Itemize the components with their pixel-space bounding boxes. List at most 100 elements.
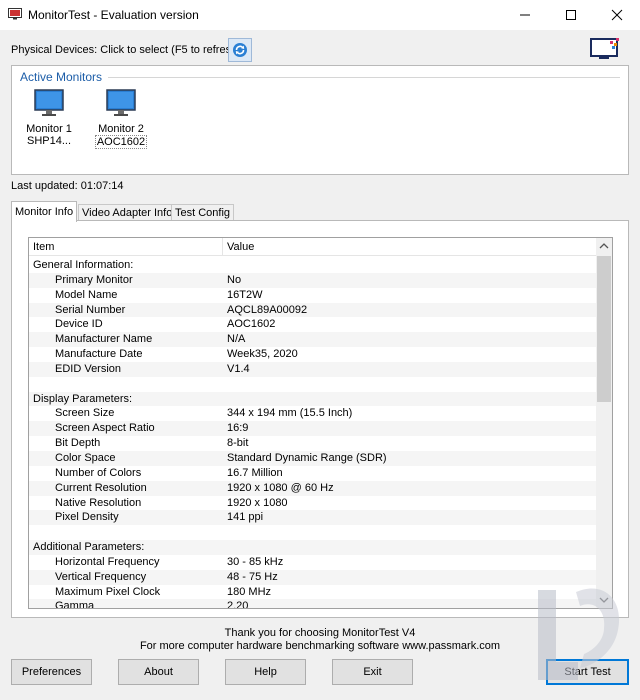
table-row[interactable]: Screen Size 344 x 194 mm (15.5 Inch) — [29, 406, 597, 421]
row-value: 180 MHz — [227, 585, 272, 598]
table-row[interactable]: Vertical Frequency 48 - 75 Hz — [29, 569, 597, 585]
row-value: No — [227, 273, 242, 286]
table-row[interactable]: Serial Number AQCL89A00092 — [29, 302, 597, 318]
row-value: 16T2W — [227, 288, 263, 301]
scroll-up-button[interactable] — [596, 238, 612, 254]
row-item-label: Model Name — [55, 288, 118, 301]
row-item-label: Color Space — [55, 451, 116, 464]
row-value: Week35, 2020 — [227, 348, 298, 361]
table-row[interactable]: Native Resolution 1920 x 1080 — [29, 496, 597, 511]
table-row[interactable] — [29, 377, 597, 392]
row-value: 16.7 Million — [227, 466, 283, 479]
tab-video-adapter-info[interactable]: Video Adapter Info — [78, 204, 177, 221]
row-item-label: Screen Aspect Ratio — [55, 422, 155, 435]
column-header-item[interactable]: Item — [33, 241, 54, 253]
table-row[interactable]: Gamma 2.20 — [29, 599, 597, 609]
maximize-button[interactable] — [548, 0, 594, 30]
minimize-icon — [520, 14, 530, 16]
table-row[interactable]: Manufacture Date Week35, 2020 — [29, 347, 597, 362]
monitor-icon — [34, 89, 64, 116]
monitor-info-panel: Item Value General Information: Primary M… — [11, 220, 629, 618]
row-value: 8-bit — [227, 437, 249, 450]
monitor-1-item[interactable]: Monitor 1 SHP14... — [17, 88, 81, 147]
physical-devices-label: Physical Devices: Click to select (F5 to… — [11, 44, 241, 56]
row-item-label: Manufacture Date — [55, 348, 143, 361]
row-value: 344 x 194 mm (15.5 Inch) — [227, 407, 353, 420]
row-item-label: Bit Depth — [55, 437, 101, 450]
passmark-monitor-icon — [590, 38, 619, 59]
monitor-info-list[interactable]: Item Value General Information: Primary M… — [28, 237, 613, 609]
row-item-label: Vertical Frequency — [55, 570, 147, 583]
help-button[interactable]: Help — [225, 659, 306, 685]
row-value: 141 ppi — [227, 511, 264, 524]
maximize-icon — [566, 10, 576, 20]
minimize-button[interactable] — [502, 0, 548, 30]
active-monitors-title: Active Monitors — [20, 70, 103, 84]
close-button[interactable] — [594, 0, 640, 30]
section-header-row[interactable]: Additional Parameters: — [29, 540, 597, 555]
table-row[interactable]: Screen Aspect Ratio 16:9 — [29, 421, 597, 437]
row-item-label: Horizontal Frequency — [55, 555, 160, 568]
monitor-icon — [106, 89, 136, 116]
refresh-icon — [233, 43, 247, 57]
section-header-row[interactable]: Display Parameters: — [29, 391, 597, 407]
row-value: 16:9 — [227, 422, 249, 435]
row-value: AOC1602 — [227, 318, 276, 331]
table-row[interactable]: Model Name 16T2W — [29, 288, 597, 303]
row-item-label: Pixel Density — [55, 511, 119, 524]
table-row[interactable]: Device ID AOC1602 — [29, 317, 597, 332]
monitor-2-item[interactable]: Monitor 2 AOC1602 — [89, 88, 153, 149]
refresh-button[interactable] — [228, 38, 252, 62]
row-item-label: Current Resolution — [55, 481, 147, 494]
row-value: 2.20 — [227, 600, 249, 609]
table-row[interactable]: Color Space Standard Dynamic Range (SDR) — [29, 450, 597, 466]
row-item-label: Number of Colors — [55, 466, 142, 479]
group-divider — [108, 77, 620, 78]
row-item-label: Additional Parameters: — [33, 541, 145, 554]
chevron-up-icon — [599, 243, 609, 249]
row-item-label: Serial Number — [55, 303, 126, 316]
last-updated-label: Last updated: 01:07:14 — [11, 180, 124, 192]
about-button[interactable]: About — [118, 659, 199, 685]
table-row[interactable]: Pixel Density 141 ppi — [29, 510, 597, 526]
table-row[interactable]: Current Resolution 1920 x 1080 @ 60 Hz — [29, 480, 597, 496]
row-item-label: Display Parameters: — [33, 392, 133, 405]
row-item-label: Primary Monitor — [55, 273, 133, 286]
tab-monitor-info[interactable]: Monitor Info — [11, 201, 78, 222]
exit-button[interactable]: Exit — [332, 659, 413, 685]
scrollbar-thumb[interactable] — [597, 256, 611, 402]
table-row[interactable]: Number of Colors 16.7 Million — [29, 466, 597, 481]
close-icon — [611, 9, 623, 21]
row-value: 1920 x 1080 @ 60 Hz — [227, 481, 334, 494]
row-value: 1920 x 1080 — [227, 496, 288, 509]
tab-test-config[interactable]: Test Config — [171, 204, 235, 221]
row-item-label: Maximum Pixel Clock — [55, 585, 161, 598]
watermark-logo — [538, 588, 620, 680]
app-icon — [8, 8, 22, 20]
row-item-label: Manufacturer Name — [55, 333, 153, 346]
table-row[interactable] — [29, 525, 597, 540]
table-row[interactable]: Manufacturer Name N/A — [29, 332, 597, 348]
row-item-label: General Information: — [33, 259, 134, 271]
window-title: MonitorTest - Evaluation version — [28, 8, 199, 22]
row-value: V1.4 — [227, 362, 250, 375]
column-header-value[interactable]: Value — [227, 241, 254, 253]
row-value: 48 - 75 Hz — [227, 570, 278, 583]
table-row[interactable]: EDID Version V1.4 — [29, 361, 597, 377]
preferences-button[interactable]: Preferences — [11, 659, 92, 685]
row-value: Standard Dynamic Range (SDR) — [227, 451, 387, 464]
row-value: 30 - 85 kHz — [227, 555, 284, 568]
table-row[interactable]: Maximum Pixel Clock 180 MHz — [29, 585, 597, 600]
row-item-label: Screen Size — [55, 407, 115, 420]
monitor-1-model: SHP14... — [26, 135, 72, 147]
column-separator[interactable] — [222, 238, 223, 256]
table-row[interactable]: Bit Depth 8-bit — [29, 436, 597, 451]
row-item-label: Device ID — [55, 318, 103, 331]
table-row[interactable]: Primary Monitor No — [29, 272, 597, 288]
row-item-label: Native Resolution — [55, 496, 142, 509]
table-row[interactable]: Horizontal Frequency 30 - 85 kHz — [29, 555, 597, 570]
section-header-row[interactable]: General Information: — [29, 258, 597, 273]
row-value: AQCL89A00092 — [227, 303, 308, 316]
monitor-2-model: AOC1602 — [94, 135, 148, 149]
vertical-scrollbar[interactable] — [596, 238, 612, 608]
